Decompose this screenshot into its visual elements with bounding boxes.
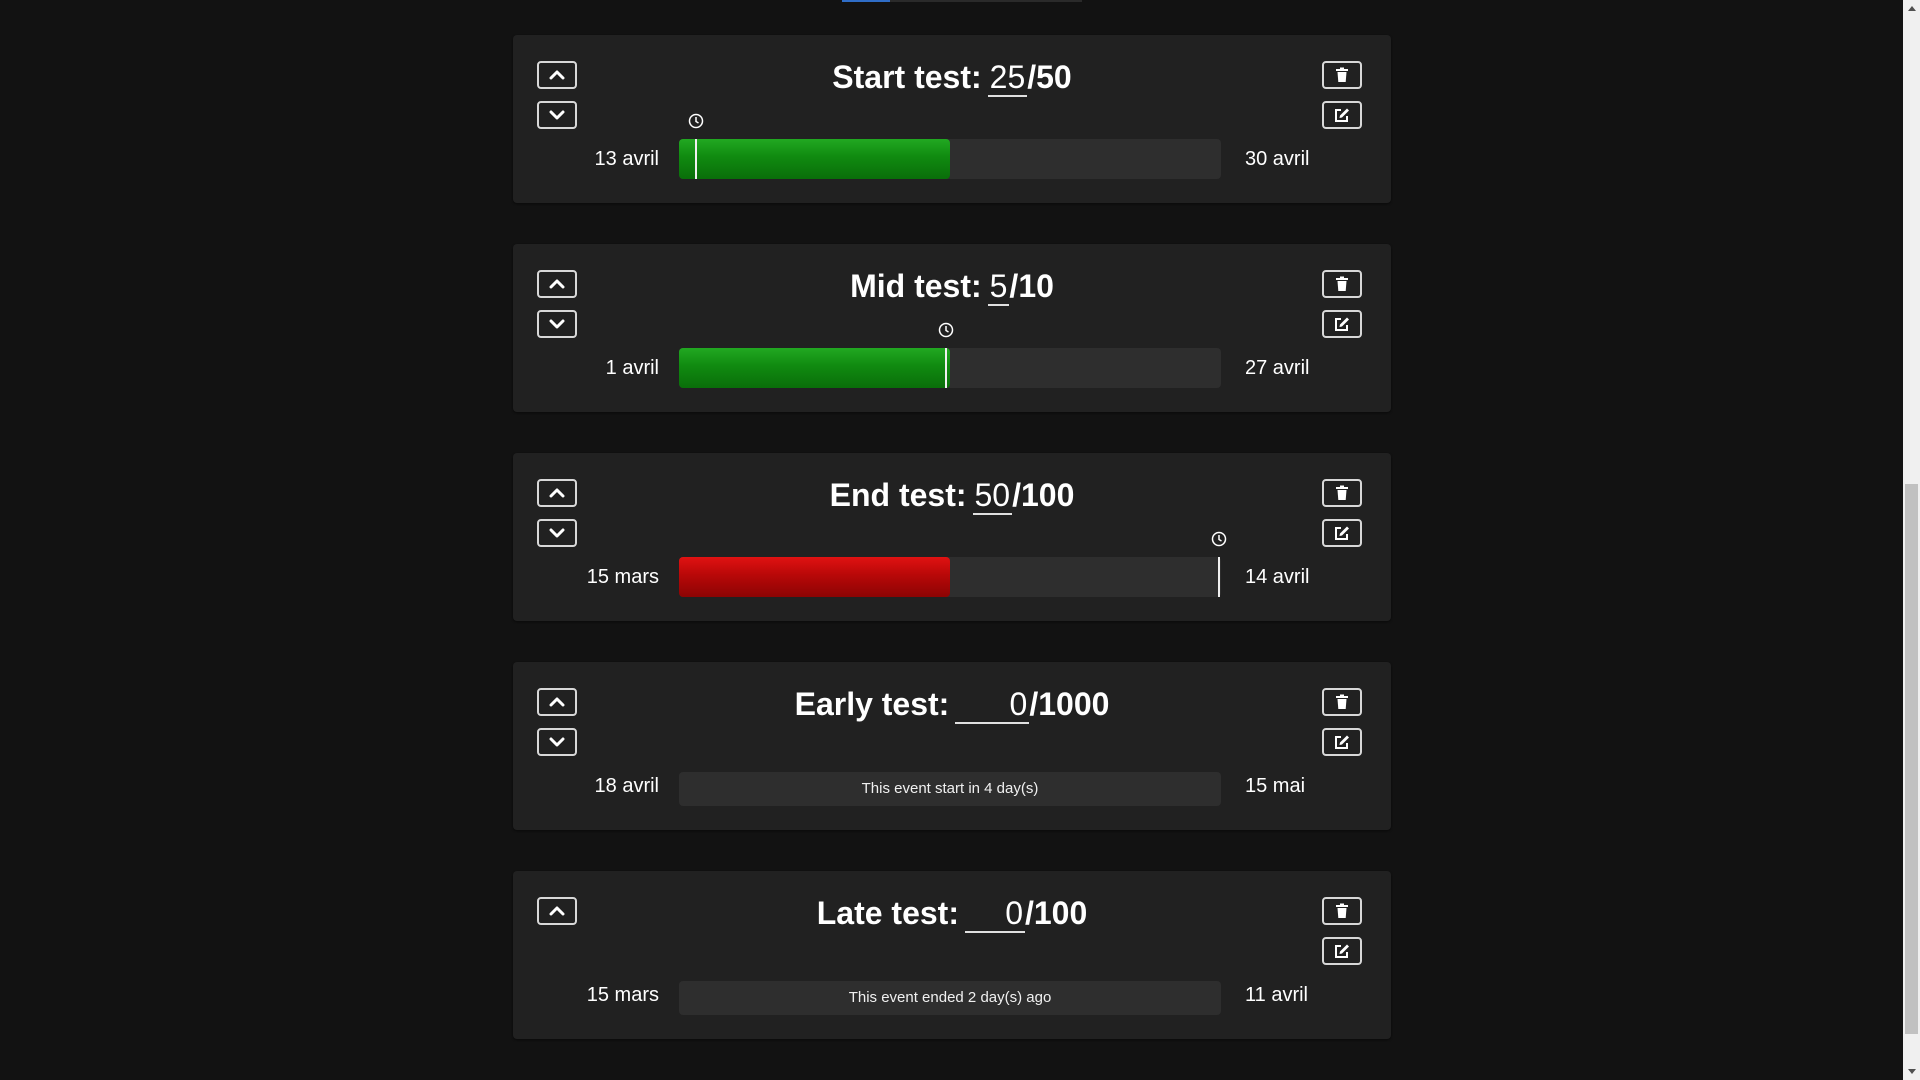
edit-button[interactable] (1322, 728, 1362, 756)
progress-track (679, 322, 1221, 388)
event-title: End test: 50/100 (513, 475, 1391, 515)
edit-icon (1335, 944, 1349, 958)
delete-button[interactable] (1322, 61, 1362, 89)
event-card: Early test: 0/1000 18 avril This event st… (513, 662, 1391, 830)
active-tab-indicator[interactable] (842, 0, 890, 2)
move-down-button[interactable] (537, 519, 577, 547)
score-separator: / (1009, 268, 1019, 304)
start-date: 1 avril (605, 357, 659, 379)
chevron-down-icon (549, 528, 565, 538)
score-separator: / (1029, 686, 1039, 722)
edit-icon (1335, 526, 1349, 540)
score-input[interactable]: 50 (972, 477, 1013, 515)
edit-button[interactable] (1322, 519, 1362, 547)
event-title: Late test: 0/100 (513, 893, 1391, 933)
clock-icon (938, 322, 953, 338)
event-name: Early test: (794, 686, 950, 722)
score-separator: / (1024, 895, 1034, 931)
delete-button[interactable] (1322, 897, 1362, 925)
end-date: 30 avril (1245, 148, 1310, 170)
event-name: Start test: (832, 59, 982, 95)
progress-track (679, 113, 1221, 179)
event-title: Early test: 0/1000 (513, 684, 1391, 724)
trash-icon (1336, 276, 1348, 291)
event-name: Late test: (816, 895, 959, 931)
delete-button[interactable] (1322, 479, 1362, 507)
today-marker (1218, 557, 1221, 597)
event-card: End test: 50/100 15 mars 14 avril (513, 453, 1391, 621)
trash-icon (1336, 67, 1348, 82)
end-date: 11 avril (1245, 984, 1308, 1006)
move-down-button[interactable] (537, 101, 577, 129)
progress-fill (679, 557, 950, 597)
score-separator: / (1027, 59, 1037, 95)
edit-button[interactable] (1322, 310, 1362, 338)
page: Start test: 25/50 13 avril 30 avril Mid … (0, 0, 1920, 1080)
edit-button[interactable] (1322, 937, 1362, 965)
event-title: Start test: 25/50 (513, 57, 1391, 97)
edit-button[interactable] (1322, 101, 1362, 129)
delete-button[interactable] (1322, 270, 1362, 298)
top-tab-strip (842, 0, 1082, 2)
event-card: Start test: 25/50 13 avril 30 avril (513, 35, 1391, 203)
start-date: 15 mars (586, 566, 659, 588)
status-message: This event start in 4 day(s) (679, 772, 1221, 806)
delete-button[interactable] (1322, 688, 1362, 716)
score-input[interactable]: 0 (955, 686, 1030, 724)
caret-up-icon (1907, 6, 1916, 11)
clock-icon (689, 113, 704, 129)
vertical-scrollbar[interactable] (1903, 0, 1920, 1080)
event-card: Late test: 0/100 15 mars This event ended… (513, 871, 1391, 1039)
event-title: Mid test: 5/10 (513, 266, 1391, 306)
trash-icon (1336, 485, 1348, 500)
status-message: This event ended 2 day(s) ago (679, 981, 1221, 1015)
edit-icon (1335, 317, 1349, 331)
score-max: 50 (1036, 59, 1072, 95)
caret-down-icon (1907, 1069, 1916, 1074)
score-input[interactable]: 5 (987, 268, 1010, 306)
clock-icon (1212, 531, 1227, 547)
progress-fill (679, 348, 950, 388)
edit-icon (1335, 108, 1349, 122)
end-date: 14 avril (1245, 566, 1310, 588)
score-max: 100 (1033, 895, 1088, 931)
score-max: 1000 (1038, 686, 1110, 722)
score-max: 100 (1020, 477, 1075, 513)
start-date: 15 mars (586, 984, 659, 1006)
scrollbar-thumb[interactable] (1905, 484, 1918, 1034)
today-marker (695, 139, 698, 179)
chevron-down-icon (549, 110, 565, 120)
score-max: 10 (1018, 268, 1054, 304)
progress-track (679, 531, 1227, 597)
move-down-button[interactable] (537, 728, 577, 756)
score-input[interactable]: 25 (987, 59, 1028, 97)
move-down-button[interactable] (537, 310, 577, 338)
event-list: Start test: 25/50 13 avril 30 avril Mid … (513, 35, 1391, 1080)
progress-fill (679, 139, 950, 179)
today-marker (944, 348, 947, 388)
score-input[interactable]: 0 (964, 895, 1025, 933)
trash-icon (1336, 694, 1348, 709)
scroll-up-arrow[interactable] (1903, 0, 1920, 17)
chevron-down-icon (549, 319, 565, 329)
event-name: End test: (829, 477, 967, 513)
start-date: 13 avril (594, 148, 659, 170)
event-name: Mid test: (850, 268, 982, 304)
event-card: Mid test: 5/10 1 avril 27 avril (513, 244, 1391, 412)
scroll-down-arrow[interactable] (1903, 1063, 1920, 1080)
edit-icon (1335, 735, 1349, 749)
end-date: 27 avril (1245, 357, 1310, 379)
end-date: 15 mai (1245, 775, 1306, 797)
score-separator: / (1012, 477, 1021, 513)
start-date: 18 avril (594, 775, 659, 797)
chevron-down-icon (549, 737, 565, 747)
trash-icon (1336, 903, 1348, 918)
